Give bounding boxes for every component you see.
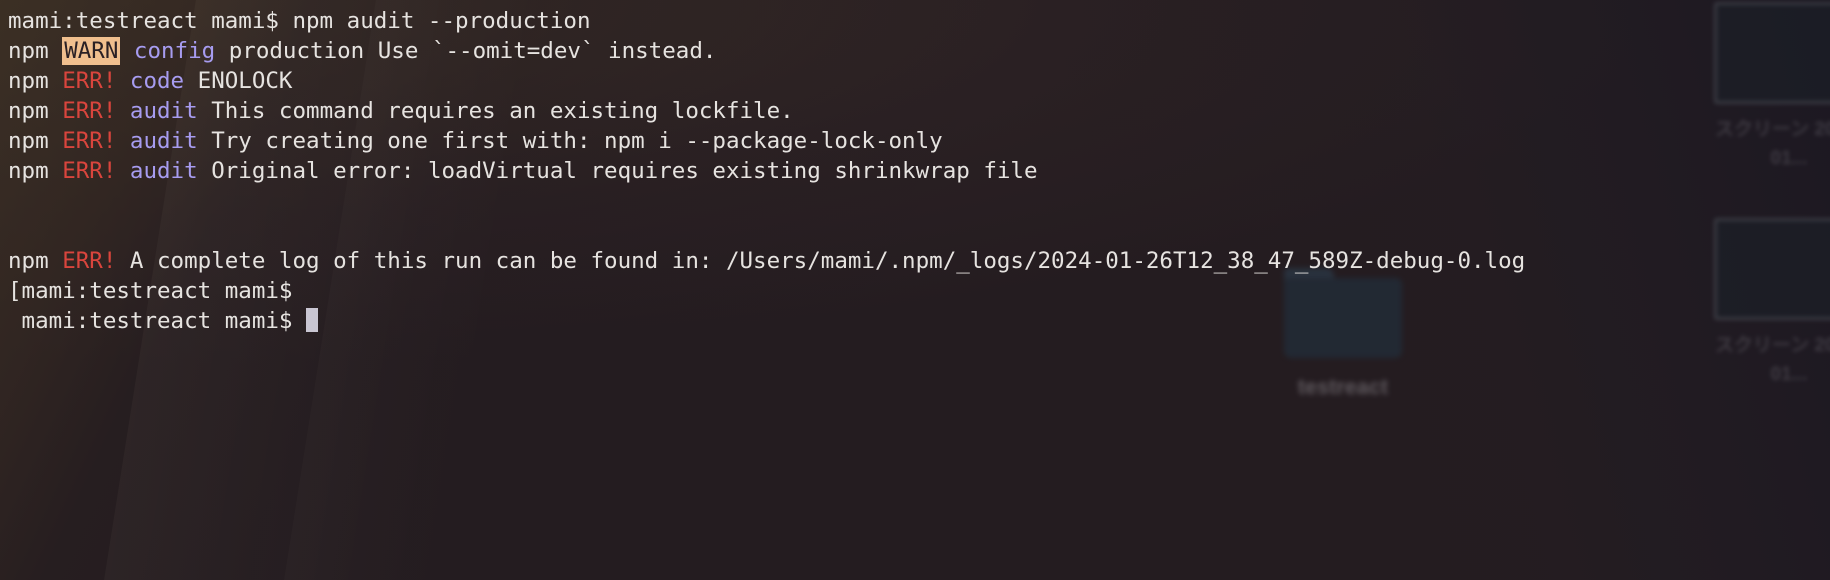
terminal-text-segment: [mami:testreact mami$	[8, 278, 293, 304]
terminal-line-prompt-line-1: [mami:testreact mami$	[8, 276, 1830, 306]
terminal-line-warn-config-line: npm WARN config production Use `--omit=d…	[8, 36, 1830, 66]
terminal-text-segment: npm	[8, 68, 63, 94]
terminal-text-segment: config	[133, 38, 216, 64]
terminal-text-segment: ERR!	[62, 158, 117, 184]
terminal-text-segment: production Use `--omit=dev` instead.	[215, 38, 717, 64]
terminal-text-segment: audit	[129, 158, 198, 184]
terminal-text-segment: ENOLOCK	[184, 68, 293, 94]
terminal-cursor	[306, 308, 319, 332]
terminal-line-blank-line-1	[8, 186, 1830, 216]
terminal-text-segment: code	[129, 68, 185, 94]
terminal-text-segment: ERR!	[62, 68, 117, 94]
terminal-text-segment: WARN	[62, 37, 121, 65]
terminal-line-err-audit-original-line: npm ERR! audit Original error: loadVirtu…	[8, 156, 1830, 186]
terminal-text-segment: Original error: loadVirtual requires exi…	[197, 158, 1038, 184]
terminal-line-blank-line-2	[8, 216, 1830, 246]
terminal-text-segment: mami:testreact mami$ npm audit --product…	[8, 8, 591, 34]
terminal-line-command-line: mami:testreact mami$ npm audit --product…	[8, 6, 1830, 36]
terminal-text-segment: npm	[8, 98, 63, 124]
terminal-text-segment: npm	[8, 128, 63, 154]
terminal-text-segment: Try creating one first with: npm i --pac…	[197, 128, 943, 154]
terminal-line-err-log-path-line: npm ERR! A complete log of this run can …	[8, 246, 1830, 276]
terminal-line-err-audit-lockfile-line: npm ERR! audit This command requires an …	[8, 96, 1830, 126]
terminal-line-prompt-line-2: mami:testreact mami$	[8, 306, 1830, 336]
terminal-text-segment: npm	[8, 248, 63, 274]
terminal-text-segment: This command requires an existing lockfi…	[197, 98, 794, 124]
terminal-text-segment: ERR!	[62, 98, 117, 124]
terminal-window[interactable]: mami:testreact mami$ npm audit --product…	[0, 0, 1830, 580]
terminal-line-err-code-line: npm ERR! code ENOLOCK	[8, 66, 1830, 96]
terminal-output: mami:testreact mami$ npm audit --product…	[8, 6, 1830, 336]
terminal-line-err-audit-try-line: npm ERR! audit Try creating one first wi…	[8, 126, 1830, 156]
terminal-text-segment: ERR!	[62, 248, 117, 274]
terminal-text-segment: A complete log of this run can be found …	[116, 248, 1526, 274]
desktop-screen: testreact スクリーン 2024-01... スクリーン 2024-01…	[0, 0, 1830, 580]
terminal-text-segment: mami:testreact mami$	[8, 308, 307, 334]
terminal-text-segment: audit	[129, 128, 198, 154]
terminal-text-segment: npm	[8, 38, 63, 64]
terminal-text-segment: npm	[8, 158, 63, 184]
terminal-text-segment: ERR!	[62, 128, 117, 154]
terminal-text-segment: audit	[129, 98, 198, 124]
